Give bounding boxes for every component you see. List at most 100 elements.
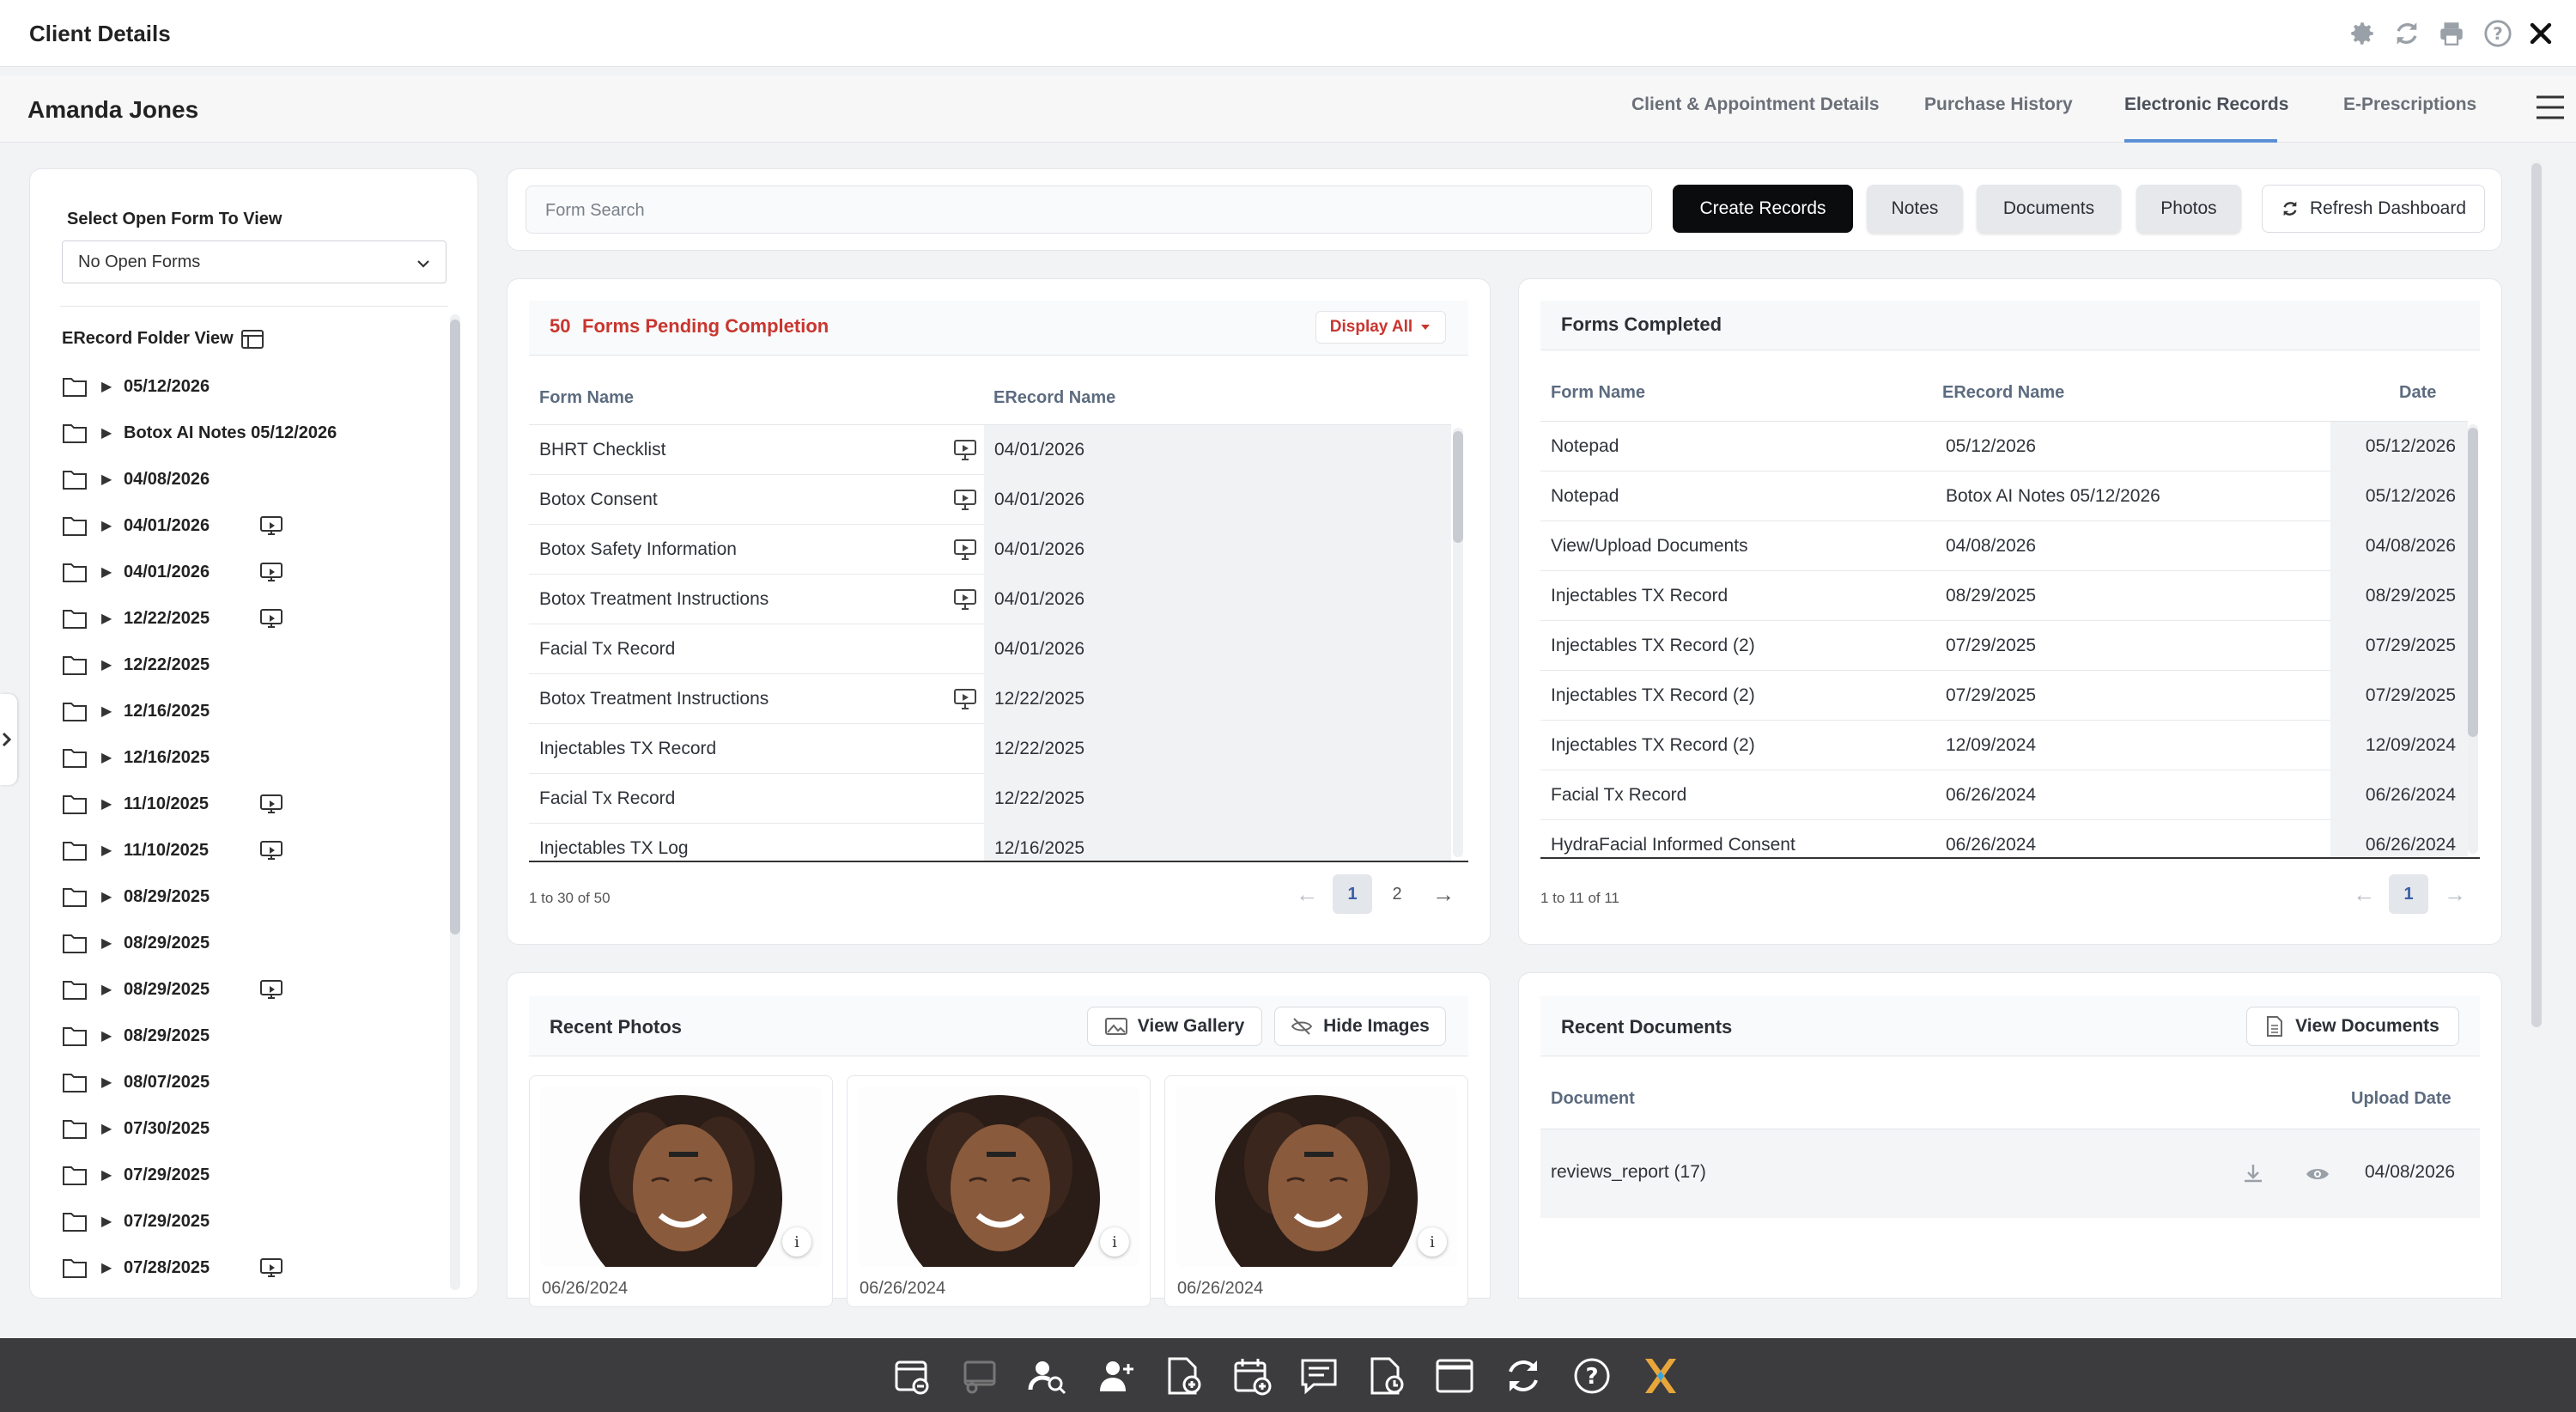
add-appointment-icon[interactable] xyxy=(1228,1352,1276,1400)
expand-arrow-icon[interactable]: ▶ xyxy=(101,424,112,441)
expand-arrow-icon[interactable]: ▶ xyxy=(101,1213,112,1230)
completed-table-row[interactable]: Notepad 05/12/2026 05/12/2026 xyxy=(1540,422,2468,472)
folder-item[interactable]: ▶ 08/29/2025 xyxy=(62,879,210,914)
folder-item[interactable]: ▶ 08/29/2025 xyxy=(62,1019,210,1053)
pending-table-row[interactable]: Botox Treatment Instructions 04/01/2026 xyxy=(529,575,1451,624)
tab-e-prescriptions[interactable]: E-Prescriptions xyxy=(2343,94,2476,143)
completed-next-page-icon[interactable]: → xyxy=(2435,874,2475,914)
expand-arrow-icon[interactable]: ▶ xyxy=(101,981,112,998)
monitor-icon[interactable] xyxy=(953,439,977,461)
monitor-icon[interactable] xyxy=(259,840,283,861)
tab-client-appointment-details[interactable]: Client & Appointment Details xyxy=(1631,94,1880,143)
close-icon[interactable] xyxy=(2524,17,2557,50)
sync-icon[interactable] xyxy=(1499,1352,1547,1400)
tab-purchase-history[interactable]: Purchase History xyxy=(1924,94,2073,143)
app-logo-icon[interactable] xyxy=(1637,1352,1685,1400)
photo-card[interactable]: i 06/26/2024 xyxy=(529,1075,833,1307)
help-icon[interactable]: ? xyxy=(2482,17,2514,50)
folder-item[interactable]: ▶ 12/22/2025 xyxy=(62,648,210,682)
tab-electronic-records[interactable]: Electronic Records xyxy=(2124,94,2288,143)
pending-table-row[interactable]: Facial Tx Record 04/01/2026 xyxy=(529,624,1451,674)
photo-card[interactable]: i 06/26/2024 xyxy=(1164,1075,1468,1307)
view-gallery-button[interactable]: View Gallery xyxy=(1087,1007,1262,1046)
pending-prev-page-icon[interactable]: ← xyxy=(1287,874,1327,914)
download-icon[interactable] xyxy=(2241,1162,2265,1186)
completed-table-row[interactable]: Injectables TX Record (2) 12/09/2024 12/09… xyxy=(1540,721,2468,770)
monitor-icon[interactable] xyxy=(953,539,977,561)
pending-table-row[interactable]: Botox Treatment Instructions 12/22/2025 xyxy=(529,674,1451,724)
monitor-icon[interactable] xyxy=(259,562,283,582)
client-photo-thumbnail[interactable]: i xyxy=(858,1086,1139,1267)
monitor-icon[interactable] xyxy=(259,1257,283,1278)
completed-table-row[interactable]: Notepad Botox AI Notes 05/12/2026 05/12/20… xyxy=(1540,472,2468,521)
expand-arrow-icon[interactable]: ▶ xyxy=(101,471,112,488)
client-photo-thumbnail[interactable]: i xyxy=(540,1086,822,1267)
monitor-icon[interactable] xyxy=(259,608,283,629)
pending-table-row[interactable]: Injectables TX Record 12/22/2025 xyxy=(529,724,1451,774)
monitor-icon[interactable] xyxy=(259,515,283,536)
add-client-icon[interactable] xyxy=(1092,1352,1140,1400)
refresh-icon[interactable] xyxy=(2391,17,2423,50)
documents-button[interactable]: Documents xyxy=(1977,185,2121,233)
cast-icon[interactable] xyxy=(957,1352,1005,1400)
form-search-input[interactable]: Form Search xyxy=(526,186,1652,234)
client-search-icon[interactable] xyxy=(1024,1352,1072,1400)
window-icon[interactable] xyxy=(1431,1352,1479,1400)
expand-arrow-icon[interactable]: ▶ xyxy=(101,656,112,673)
monitor-icon[interactable] xyxy=(259,979,283,1000)
pending-next-page-icon[interactable]: → xyxy=(1424,874,1463,914)
completed-table-row[interactable]: HydraFacial Informed Consent 06/26/2024 06… xyxy=(1540,820,2468,859)
monitor-icon[interactable] xyxy=(259,794,283,814)
messages-icon[interactable] xyxy=(1295,1352,1343,1400)
invoice-icon[interactable] xyxy=(1159,1352,1207,1400)
expand-arrow-icon[interactable]: ▶ xyxy=(101,378,112,395)
folder-item[interactable]: ▶ 08/07/2025 xyxy=(62,1065,210,1099)
completed-table-row[interactable]: View/Upload Documents 04/08/2026 04/08/202… xyxy=(1540,521,2468,571)
folder-item[interactable]: ▶ 04/01/2026 xyxy=(62,555,283,589)
checkin-icon[interactable] xyxy=(888,1352,936,1400)
expand-arrow-icon[interactable]: ▶ xyxy=(101,1120,112,1137)
expand-arrow-icon[interactable]: ▶ xyxy=(101,795,112,813)
folder-item[interactable]: ▶ 08/29/2025 xyxy=(62,972,283,1007)
completed-page-1[interactable]: 1 xyxy=(2389,874,2428,914)
client-photo-thumbnail[interactable]: i xyxy=(1176,1086,1457,1267)
completed-table-row[interactable]: Facial Tx Record 06/26/2024 06/26/2024 xyxy=(1540,770,2468,820)
info-icon[interactable]: i xyxy=(1418,1227,1447,1257)
folder-item[interactable]: ▶ 12/16/2025 xyxy=(62,694,210,728)
folder-item[interactable]: ▶ 05/12/2026 xyxy=(62,369,210,404)
view-documents-button[interactable]: View Documents xyxy=(2246,1007,2459,1046)
expand-sidebar-handle[interactable] xyxy=(0,694,17,785)
folder-item[interactable]: ▶ 04/08/2026 xyxy=(62,462,210,496)
folder-item[interactable]: ▶ 07/29/2025 xyxy=(62,1204,210,1239)
completed-prev-page-icon[interactable]: ← xyxy=(2344,874,2384,914)
expand-arrow-icon[interactable]: ▶ xyxy=(101,517,112,534)
expand-arrow-icon[interactable]: ▶ xyxy=(101,934,112,952)
folder-item[interactable]: ▶ 07/29/2025 xyxy=(62,1158,210,1192)
hamburger-menu-icon[interactable] xyxy=(2533,90,2567,125)
folder-item[interactable]: ▶ 12/16/2025 xyxy=(62,740,210,775)
expand-arrow-icon[interactable]: ▶ xyxy=(101,610,112,627)
pending-table-row[interactable]: Injectables TX Log 12/16/2025 xyxy=(529,824,1451,862)
pending-scrollbar-thumb[interactable] xyxy=(1453,431,1463,543)
display-all-dropdown[interactable]: Display All xyxy=(1315,311,1446,344)
expand-arrow-icon[interactable]: ▶ xyxy=(101,703,112,720)
expand-arrow-icon[interactable]: ▶ xyxy=(101,1074,112,1091)
help-icon[interactable]: ? xyxy=(1568,1352,1616,1400)
pending-table-row[interactable]: Facial Tx Record 12/22/2025 xyxy=(529,774,1451,824)
folder-item[interactable]: ▶ 04/01/2026 xyxy=(62,508,283,543)
completed-table-row[interactable]: Injectables TX Record 08/29/2025 08/29/202… xyxy=(1540,571,2468,621)
pending-page-2[interactable]: 2 xyxy=(1377,874,1417,914)
folder-item[interactable]: ▶ 08/29/2025 xyxy=(62,926,210,960)
folder-item[interactable]: ▶ 12/22/2025 xyxy=(62,601,283,636)
info-icon[interactable]: i xyxy=(782,1227,811,1257)
expand-arrow-icon[interactable]: ▶ xyxy=(101,563,112,581)
photo-card[interactable]: i 06/26/2024 xyxy=(847,1075,1151,1307)
info-icon[interactable]: i xyxy=(1100,1227,1129,1257)
gear-icon[interactable] xyxy=(2346,17,2379,50)
document-row[interactable]: reviews_report (17) 04/08/2026 xyxy=(1540,1129,2480,1218)
open-form-select[interactable]: No Open Forms xyxy=(62,240,447,283)
photos-button[interactable]: Photos xyxy=(2136,185,2241,233)
folder-item[interactable]: ▶ 11/10/2025 xyxy=(62,833,283,867)
pending-page-1[interactable]: 1 xyxy=(1333,874,1372,914)
monitor-icon[interactable] xyxy=(953,588,977,611)
